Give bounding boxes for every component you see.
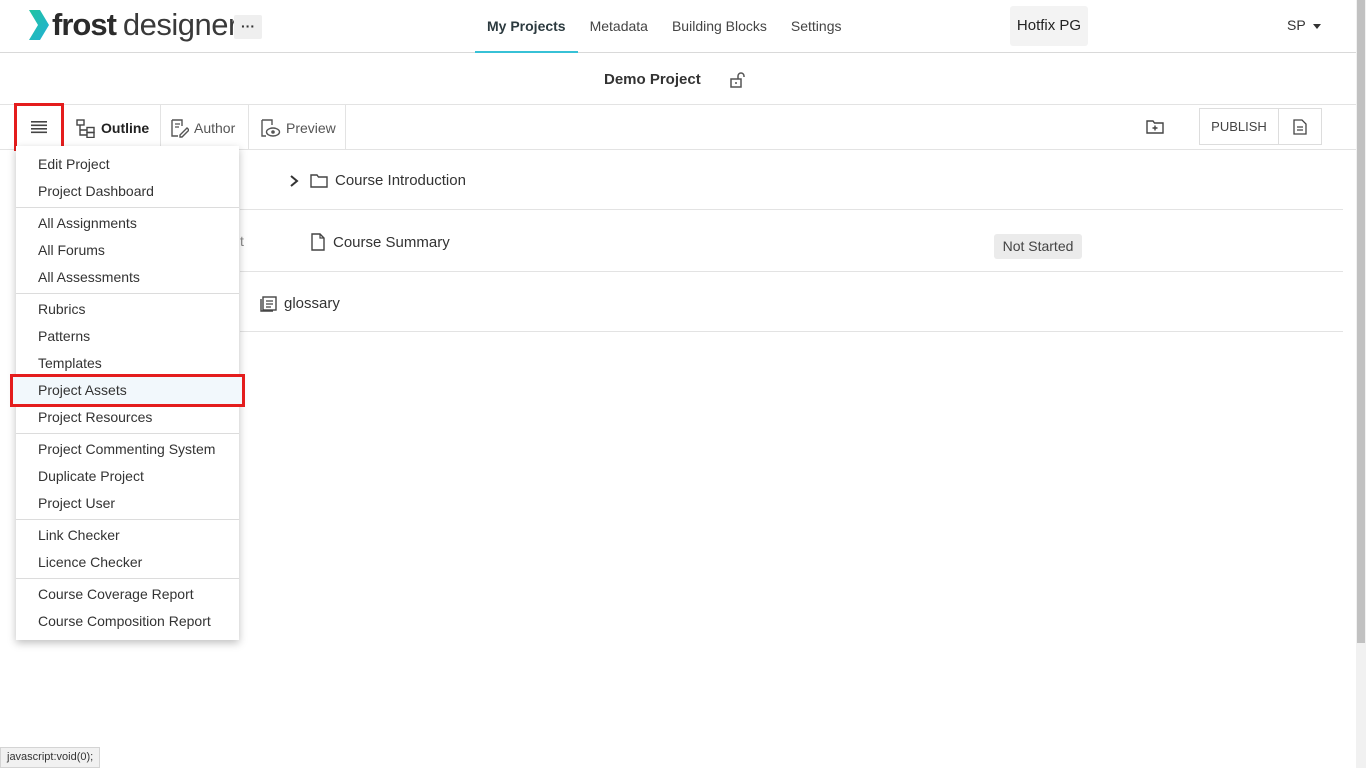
menu-item-duplicate-project[interactable]: Duplicate Project xyxy=(16,463,239,490)
menu-item-all-assessments[interactable]: All Assessments xyxy=(16,264,239,291)
outline-row-content: Course Introduction xyxy=(288,172,466,189)
outline-row[interactable]: t Course Summary Not Started xyxy=(240,210,1343,272)
menu-divider xyxy=(16,207,239,208)
menu-item-rubrics[interactable]: Rubrics xyxy=(16,296,239,323)
menu-item-all-assignments[interactable]: All Assignments xyxy=(16,210,239,237)
menu-divider xyxy=(16,578,239,579)
menu-item-patterns[interactable]: Patterns xyxy=(16,323,239,350)
top-header: frost designer ··· My Projects Metadata … xyxy=(0,0,1356,53)
glossary-icon xyxy=(260,295,277,312)
main-nav: My Projects Metadata Building Blocks Set… xyxy=(475,0,854,53)
scrollbar-thumb[interactable] xyxy=(1357,0,1365,643)
menu-item-project-resources[interactable]: Project Resources xyxy=(16,404,239,431)
status-badge: Not Started xyxy=(994,234,1082,259)
logo-chevron-icon xyxy=(29,10,49,40)
nav-my-projects[interactable]: My Projects xyxy=(475,0,578,53)
menu-item-project-commenting-system[interactable]: Project Commenting System xyxy=(16,436,239,463)
outline-row-content: glossary xyxy=(260,295,340,312)
caret-down-icon xyxy=(1312,23,1321,29)
browser-status-bar: javascript:void(0); xyxy=(0,747,101,768)
outline-row-title[interactable]: Course Introduction xyxy=(335,172,466,189)
menu-item-licence-checker[interactable]: Licence Checker xyxy=(16,549,239,576)
preview-eye-icon xyxy=(261,118,281,137)
partially-hidden-text: t xyxy=(240,233,244,249)
tab-preview[interactable]: Preview xyxy=(248,105,346,150)
outline-tree-icon xyxy=(76,118,95,138)
outline-row-content: Course Summary xyxy=(310,233,450,251)
nav-metadata[interactable]: Metadata xyxy=(578,0,660,53)
user-menu[interactable]: SP xyxy=(1287,17,1321,33)
project-menu-dropdown: Edit Project Project Dashboard All Assig… xyxy=(10,146,245,640)
tab-outline-label: Outline xyxy=(101,119,150,136)
user-initials: SP xyxy=(1287,17,1306,33)
logo-text-frost: frost xyxy=(52,7,117,42)
menu-divider xyxy=(16,293,239,294)
more-options-button[interactable]: ··· xyxy=(234,15,262,39)
chevron-right-icon[interactable] xyxy=(288,174,300,188)
author-edit-icon xyxy=(171,118,189,138)
menu-item-project-dashboard[interactable]: Project Dashboard xyxy=(16,178,239,205)
nav-settings[interactable]: Settings xyxy=(779,0,854,53)
logo-text-designer: designer xyxy=(122,7,238,42)
project-menu-button[interactable] xyxy=(14,103,64,151)
publish-button[interactable]: PUBLISH xyxy=(1199,108,1279,145)
document-button[interactable] xyxy=(1278,108,1322,145)
menu-item-edit-project[interactable]: Edit Project xyxy=(16,151,239,178)
menu-item-templates[interactable]: Templates xyxy=(16,350,239,377)
menu-item-link-checker[interactable]: Link Checker xyxy=(16,522,239,549)
project-title: Demo Project xyxy=(604,71,701,88)
organization-switcher[interactable]: Hotfix PG xyxy=(1010,6,1088,46)
editor-toolbar: Outline Author Preview PUBLISH xyxy=(0,103,1356,151)
add-folder-icon[interactable] xyxy=(1146,119,1164,135)
unlock-icon[interactable] xyxy=(729,71,747,89)
outline-row-title[interactable]: Course Summary xyxy=(333,234,450,251)
tab-author[interactable]: Author xyxy=(160,105,235,150)
vertical-scrollbar[interactable] xyxy=(1356,0,1366,768)
project-title-bar: Demo Project xyxy=(0,54,1356,105)
document-icon xyxy=(1293,118,1307,135)
frost-designer-logo[interactable]: frost designer xyxy=(28,7,238,42)
menu-item-project-user[interactable]: Project User xyxy=(16,490,239,517)
tab-author-label: Author xyxy=(194,119,236,136)
page-icon xyxy=(311,233,325,251)
menu-item-course-composition-report[interactable]: Course Composition Report xyxy=(16,608,239,635)
outline-row[interactable]: Course Introduction xyxy=(240,150,1343,210)
outline-row[interactable]: glossary xyxy=(240,272,1343,332)
tab-preview-label: Preview xyxy=(286,119,336,136)
menu-item-course-coverage-report[interactable]: Course Coverage Report xyxy=(16,581,239,608)
menu-divider xyxy=(16,519,239,520)
outline-row-title[interactable]: glossary xyxy=(284,295,340,312)
nav-building-blocks[interactable]: Building Blocks xyxy=(660,0,779,53)
hamburger-icon xyxy=(31,121,47,134)
menu-item-project-assets[interactable]: Project Assets xyxy=(10,374,245,407)
tab-outline[interactable]: Outline xyxy=(76,105,149,150)
folder-icon xyxy=(310,173,328,188)
menu-divider xyxy=(16,433,239,434)
menu-item-all-forums[interactable]: All Forums xyxy=(16,237,239,264)
